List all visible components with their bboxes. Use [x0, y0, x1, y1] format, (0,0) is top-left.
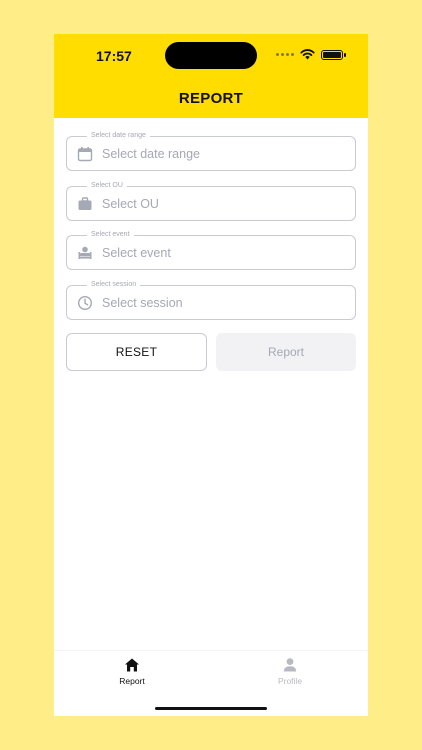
briefcase-icon	[78, 197, 92, 210]
reset-button[interactable]: RESET	[66, 333, 207, 371]
status-time: 17:57	[96, 48, 132, 64]
battery-icon	[321, 49, 346, 60]
tab-report[interactable]: Report	[102, 657, 162, 686]
dynamic-island	[165, 42, 257, 69]
home-icon	[125, 658, 139, 672]
wifi-icon	[300, 49, 315, 60]
tab-report-label: Report	[119, 676, 145, 686]
tab-profile[interactable]: Profile	[260, 657, 320, 686]
header-bar: 17:57 REPORT	[54, 34, 368, 118]
status-icons	[276, 49, 346, 60]
event-icon	[78, 246, 92, 259]
calendar-icon	[77, 147, 93, 162]
ou-field[interactable]: Select OU Select OU	[66, 181, 356, 221]
session-legend: Select session	[87, 280, 141, 290]
session-placeholder: Select session	[102, 296, 183, 310]
date-range-legend: Select date range	[87, 131, 150, 141]
tab-profile-label: Profile	[277, 676, 303, 686]
signal-icon	[276, 53, 294, 56]
clock-icon	[77, 295, 93, 311]
session-field[interactable]: Select session Select session	[66, 280, 356, 320]
event-legend: Select event	[87, 230, 134, 240]
home-indicator	[155, 707, 267, 710]
person-icon	[283, 658, 297, 672]
event-field[interactable]: Select event Select event	[66, 230, 356, 270]
ou-legend: Select OU	[87, 181, 127, 191]
app-screen: 17:57 REPORT Select date range Select da…	[54, 34, 368, 716]
report-button[interactable]: Report	[216, 333, 356, 371]
date-range-placeholder: Select date range	[102, 147, 200, 161]
ou-placeholder: Select OU	[102, 197, 159, 211]
page-title: REPORT	[178, 90, 244, 107]
event-placeholder: Select event	[102, 246, 171, 260]
date-range-field[interactable]: Select date range Select date range	[66, 131, 356, 171]
